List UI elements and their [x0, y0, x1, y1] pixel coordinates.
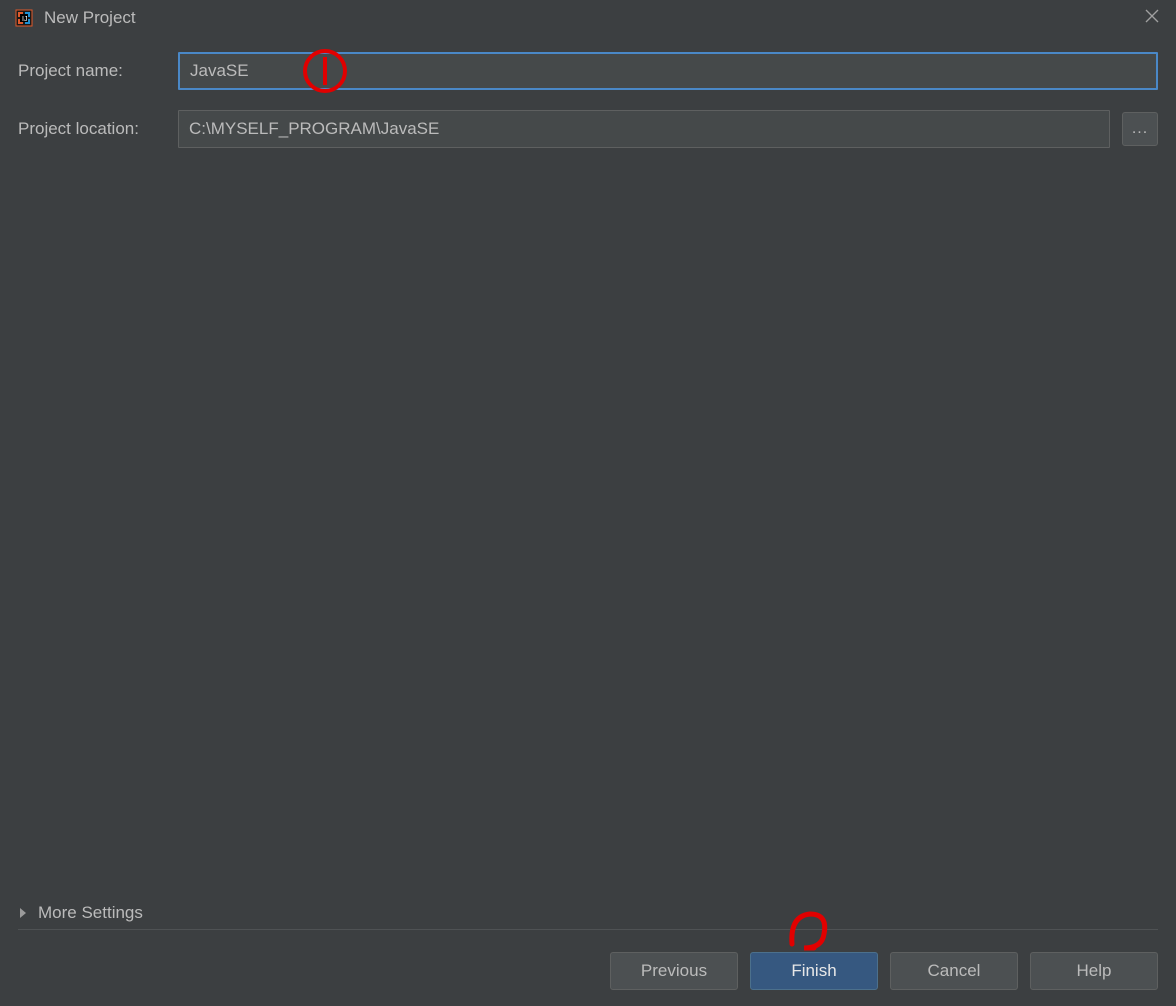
- project-location-label: Project location:: [18, 119, 166, 139]
- help-button[interactable]: Help: [1030, 952, 1158, 990]
- close-button[interactable]: [1142, 6, 1162, 26]
- chevron-right-icon: [18, 907, 28, 919]
- svg-text:IJ: IJ: [22, 16, 27, 23]
- project-location-input[interactable]: [178, 110, 1110, 148]
- titlebar: IJ New Project: [0, 0, 1176, 36]
- more-settings-label: More Settings: [38, 903, 143, 923]
- close-icon: [1145, 9, 1159, 23]
- cancel-button[interactable]: Cancel: [890, 952, 1018, 990]
- button-bar: Previous Finish Cancel Help: [610, 952, 1158, 990]
- project-name-input[interactable]: [178, 52, 1158, 90]
- window-title: New Project: [44, 8, 136, 28]
- more-settings-toggle[interactable]: More Settings: [18, 903, 1158, 930]
- project-name-row: Project name:: [18, 52, 1158, 90]
- form-area: Project name: Project location: ...: [0, 36, 1176, 148]
- project-location-row: Project location: ...: [18, 110, 1158, 148]
- project-name-label: Project name:: [18, 61, 166, 81]
- finish-button[interactable]: Finish: [750, 952, 878, 990]
- app-icon: IJ: [14, 8, 34, 28]
- previous-button[interactable]: Previous: [610, 952, 738, 990]
- browse-button[interactable]: ...: [1122, 112, 1158, 146]
